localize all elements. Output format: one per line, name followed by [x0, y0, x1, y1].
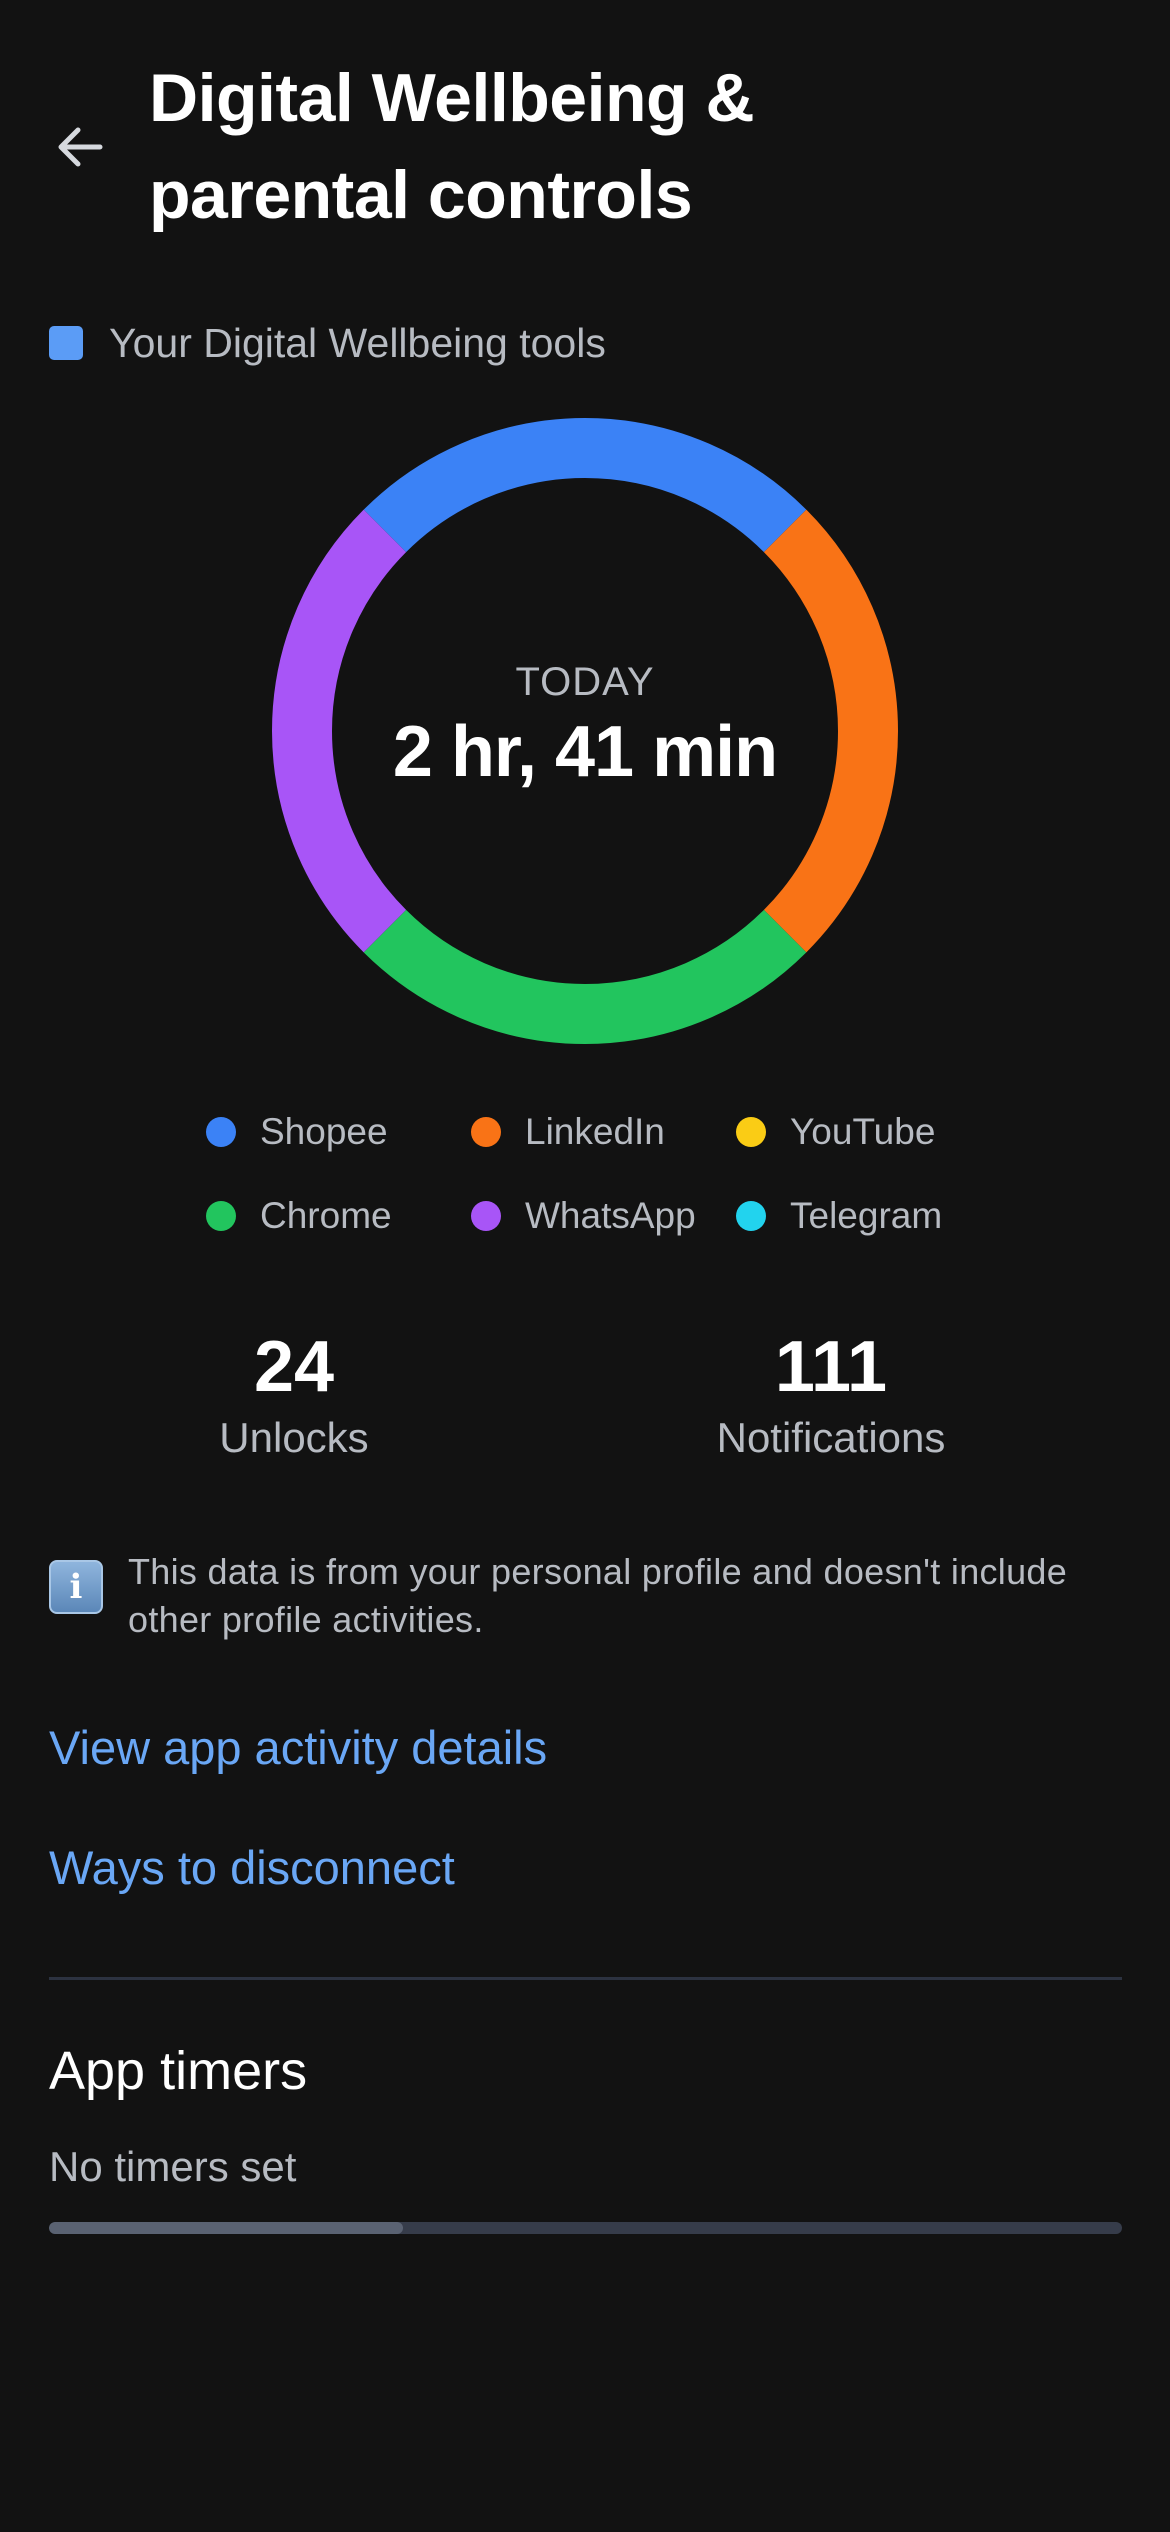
page-title: Digital Wellbeing & parental controls — [149, 50, 1049, 244]
unlocks-stat[interactable]: 24 Unlocks — [84, 1322, 504, 1462]
app-timers-status: No timers set — [49, 2143, 297, 2190]
legend-dot-icon — [206, 1201, 236, 1231]
wellbeing-tools-label: Your Digital Wellbeing tools — [49, 320, 606, 366]
legend-item-whatsapp: WhatsApp — [471, 1194, 736, 1238]
legend-item-youtube: YouTube — [736, 1110, 1001, 1154]
info-icon: i — [49, 1560, 103, 1614]
scroll-progress-bar — [49, 2222, 1122, 2234]
legend-label: YouTube — [790, 1111, 936, 1152]
app-timers-title[interactable]: App timers — [49, 2040, 307, 2102]
donut-segment-shopee — [363, 418, 807, 553]
page-title-line1: Digital Wellbeing & — [149, 60, 755, 136]
legend-label: WhatsApp — [525, 1195, 696, 1236]
wellbeing-tools-text: Your Digital Wellbeing tools — [109, 319, 606, 366]
legend-label: Chrome — [260, 1195, 392, 1236]
notifications-stat[interactable]: 111 Notifications — [621, 1322, 1041, 1462]
app-legend: Shopee LinkedIn YouTube Chrome WhatsApp … — [206, 1110, 1006, 1238]
scroll-progress-fill — [49, 2222, 404, 2234]
legend-label: LinkedIn — [525, 1111, 665, 1152]
legend-dot-icon — [206, 1117, 236, 1147]
legend-item-linkedin: LinkedIn — [471, 1110, 736, 1154]
section-divider — [49, 1977, 1122, 1980]
blue-square-icon — [49, 326, 83, 360]
legend-dot-icon — [471, 1117, 501, 1147]
unlocks-count: 24 — [253, 1327, 335, 1407]
legend-dot-icon — [471, 1201, 501, 1231]
notifications-label: Notifications — [716, 1414, 946, 1461]
legend-label: Shopee — [260, 1111, 388, 1152]
donut-segment-linkedin — [763, 509, 898, 953]
back-button[interactable] — [46, 113, 114, 181]
legend-item-chrome: Chrome — [206, 1194, 471, 1238]
ways-to-disconnect-link[interactable]: Ways to disconnect — [49, 1840, 455, 1895]
legend-dot-icon — [736, 1117, 766, 1147]
view-app-activity-link[interactable]: View app activity details — [49, 1720, 547, 1775]
legend-item-shopee: Shopee — [206, 1110, 471, 1154]
page-title-line2: parental controls — [149, 157, 693, 233]
unlocks-label: Unlocks — [219, 1414, 369, 1461]
legend-label: Telegram — [790, 1195, 943, 1236]
profile-info-notice: i This data is from your personal profil… — [49, 1548, 1129, 1644]
legend-dot-icon — [736, 1201, 766, 1231]
donut-segment-whatsapp — [272, 509, 407, 953]
donut-segment-chrome — [363, 909, 807, 1044]
usage-donut-chart[interactable]: TODAY 2 hr, 41 min — [272, 418, 898, 1044]
arrow-left-icon — [58, 127, 103, 167]
notifications-count: 111 — [774, 1327, 888, 1407]
donut-ring — [272, 418, 898, 1044]
info-text: This data is from your personal profile … — [128, 1551, 1068, 1640]
legend-item-telegram: Telegram — [736, 1194, 1001, 1238]
